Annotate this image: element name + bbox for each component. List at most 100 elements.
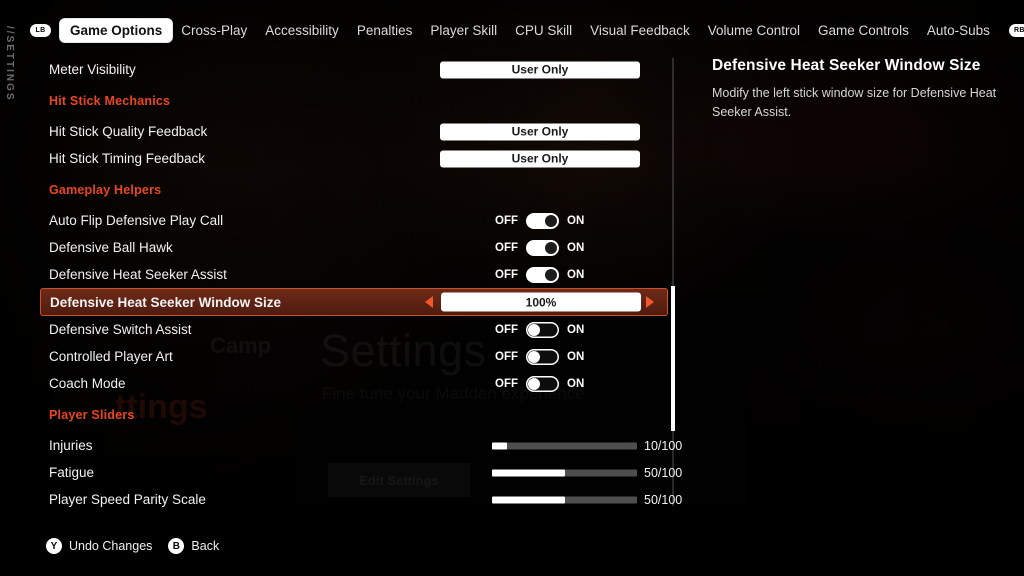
setting-row-injuries[interactable]: Injuries 10/100 (40, 432, 682, 459)
setting-row-defensive-ball-hawk[interactable]: Defensive Ball Hawk OFF ON (40, 234, 668, 261)
button-glyph-b-icon: B (168, 538, 185, 554)
stepper-left-arrow-icon[interactable] (425, 296, 433, 308)
tab-bar: LB Game Options Cross-Play Accessibility Pen… (0, 16, 1024, 44)
button-glyph-y-icon: Y (46, 538, 62, 554)
toggle-off-label: OFF (495, 377, 518, 390)
toggle-switch[interactable] (526, 375, 559, 392)
toggle-off-label: OFF (495, 350, 518, 363)
setting-label: Player Speed Parity Scale (49, 492, 206, 507)
setting-label: Meter Visibility (49, 62, 136, 77)
toggle-off-label: OFF (495, 268, 518, 281)
slider-value: 50/100 (644, 465, 683, 480)
tab-penalties[interactable]: Penalties (348, 19, 422, 42)
toggle-control[interactable]: OFF ON (495, 375, 585, 392)
setting-row-hit-stick-timing-feedback[interactable]: Hit Stick Timing Feedback User Only (40, 145, 668, 172)
tab-game-options[interactable]: Game Options (60, 18, 173, 42)
setting-label: Injuries (49, 438, 93, 453)
toggle-knob (545, 241, 557, 254)
tab-player-skill[interactable]: Player Skill (421, 19, 506, 42)
setting-label: Controlled Player Art (49, 349, 173, 364)
tab-auto-subs[interactable]: Auto-Subs (918, 19, 999, 42)
slider-value: 10/100 (644, 438, 683, 453)
tab-accessibility[interactable]: Accessibility (256, 19, 348, 42)
setting-label: Hit Stick Quality Feedback (49, 124, 208, 139)
section-header-player-sliders: Player Sliders (49, 407, 135, 422)
tab-game-controls[interactable]: Game Controls (809, 19, 918, 42)
setting-row-defensive-switch-assist[interactable]: Defensive Switch Assist OFF ON (40, 316, 668, 343)
prompt-back[interactable]: B Back (168, 538, 219, 554)
slider-track[interactable] (492, 496, 637, 503)
setting-row-meter-visibility[interactable]: Meter Visibility User Only (40, 56, 668, 83)
slider-fill (492, 442, 507, 449)
toggle-on-label: ON (567, 350, 585, 363)
setting-row-defensive-heat-seeker-window-size[interactable]: Defensive Heat Seeker Window Size 100% (40, 288, 668, 316)
toggle-knob (528, 323, 540, 336)
setting-label: Fatigue (49, 465, 95, 480)
toggle-on-label: ON (567, 377, 585, 390)
toggle-off-label: OFF (495, 323, 518, 336)
toggle-switch[interactable] (526, 239, 559, 256)
toggle-on-label: ON (567, 214, 585, 227)
slider-track[interactable] (492, 442, 637, 449)
dropdown-value[interactable]: User Only (440, 123, 640, 140)
tab-cpu-skill[interactable]: CPU Skill (506, 19, 581, 42)
prompt-label: Undo Changes (69, 539, 153, 553)
toggle-switch[interactable] (526, 212, 559, 229)
toggle-switch[interactable] (526, 348, 559, 365)
toggle-control[interactable]: OFF ON (495, 239, 585, 256)
toggle-knob (528, 350, 540, 363)
stepper-value[interactable]: 100% (441, 292, 641, 312)
toggle-control[interactable]: OFF ON (495, 266, 585, 283)
slider-track[interactable] (492, 469, 637, 476)
left-bumper-icon[interactable]: LB (30, 23, 51, 37)
tab-visual-feedback[interactable]: Visual Feedback (581, 19, 699, 42)
toggle-on-label: ON (567, 323, 585, 336)
slider-fill (492, 469, 565, 476)
toggle-on-label: ON (567, 241, 585, 254)
toggle-on-label: ON (567, 268, 585, 281)
toggle-control[interactable]: OFF ON (495, 212, 585, 229)
setting-label: Auto Flip Defensive Play Call (49, 213, 224, 228)
toggle-knob (545, 268, 557, 281)
toggle-knob (528, 377, 540, 390)
setting-row-player-speed-parity-scale[interactable]: Player Speed Parity Scale 50/100 (40, 486, 682, 513)
setting-row-fatigue[interactable]: Fatigue 50/100 (40, 459, 682, 486)
setting-row-hit-stick-quality-feedback[interactable]: Hit Stick Quality Feedback User Only (40, 118, 668, 145)
slider-value: 50/100 (644, 492, 683, 507)
setting-label: Coach Mode (49, 376, 126, 391)
tab-cross-play[interactable]: Cross-Play (172, 19, 256, 42)
setting-label: Defensive Switch Assist (49, 322, 192, 337)
toggle-control[interactable]: OFF ON (495, 348, 585, 365)
settings-screen: Settings Fine tune your Madden experienc… (0, 0, 1024, 576)
setting-label: Defensive Ball Hawk (49, 240, 173, 255)
toggle-control[interactable]: OFF ON (495, 321, 585, 338)
prompt-undo-changes[interactable]: Y Undo Changes (46, 538, 152, 554)
slider-fill (492, 496, 565, 503)
scrollbar-track[interactable] (672, 58, 674, 506)
setting-row-auto-flip-defensive-play-call[interactable]: Auto Flip Defensive Play Call OFF ON (40, 207, 668, 234)
toggle-off-label: OFF (495, 214, 518, 227)
tab-volume-control[interactable]: Volume Control (699, 19, 809, 42)
dropdown-value[interactable]: User Only (440, 150, 640, 167)
scrollbar-thumb[interactable] (671, 286, 675, 431)
setting-label: Hit Stick Timing Feedback (49, 151, 206, 166)
setting-row-defensive-heat-seeker-assist[interactable]: Defensive Heat Seeker Assist OFF ON (40, 261, 668, 288)
toggle-off-label: OFF (495, 241, 518, 254)
prompt-label: Back (191, 539, 220, 553)
info-panel: Defensive Heat Seeker Window Size Modify… (712, 56, 1002, 121)
section-header-hit-stick-mechanics: Hit Stick Mechanics (49, 93, 171, 108)
section-header-gameplay-helpers: Gameplay Helpers (49, 182, 162, 197)
info-panel-title: Defensive Heat Seeker Window Size (712, 57, 981, 74)
dropdown-value[interactable]: User Only (440, 61, 640, 78)
toggle-switch[interactable] (526, 266, 559, 283)
button-prompt-bar: Y Undo Changes B Back (46, 538, 219, 554)
setting-row-controlled-player-art[interactable]: Controlled Player Art OFF ON (40, 343, 668, 370)
settings-list: Meter Visibility User Only Hit Stick Mecha… (40, 56, 682, 508)
setting-label: Defensive Heat Seeker Assist (49, 267, 227, 282)
setting-label: Defensive Heat Seeker Window Size (50, 294, 281, 310)
setting-row-coach-mode[interactable]: Coach Mode OFF ON (40, 370, 668, 397)
right-bumper-icon[interactable]: RB (1008, 23, 1024, 37)
toggle-knob (545, 214, 557, 227)
toggle-switch[interactable] (526, 321, 559, 338)
stepper-right-arrow-icon[interactable] (646, 296, 654, 308)
